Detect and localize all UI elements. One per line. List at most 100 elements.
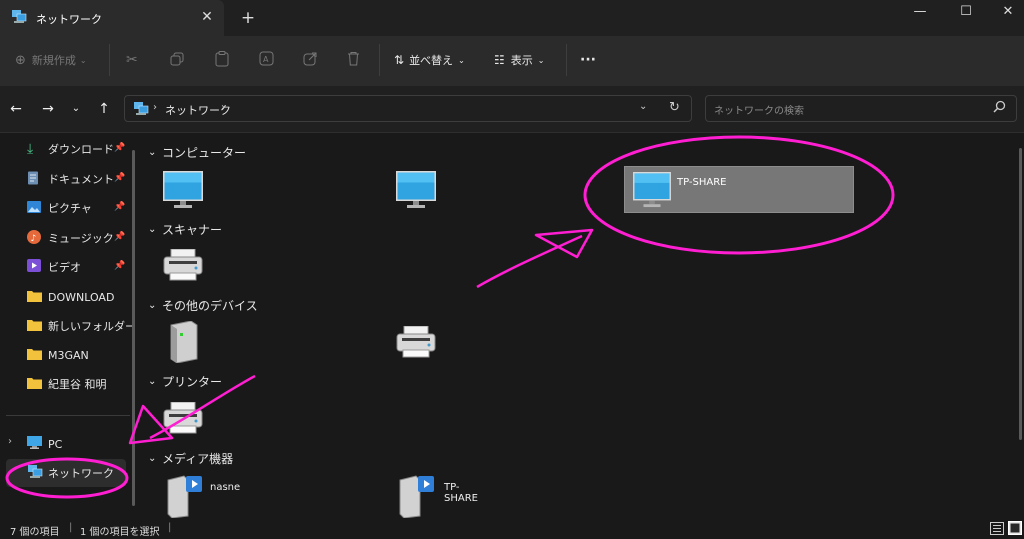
sidebar-item-folder-download[interactable]: DOWNLOAD — [27, 286, 114, 308]
rename-button[interactable]: A — [259, 48, 274, 72]
chevron-down-icon: ⌄ — [537, 55, 545, 65]
sidebar-item-folder-kiriya[interactable]: 紀里谷 和明 — [27, 373, 107, 395]
music-icon: ♪ — [27, 229, 43, 247]
copy-button[interactable] — [170, 48, 184, 72]
expand-pc-chevron[interactable]: › — [8, 436, 12, 447]
more-options-button[interactable]: ··· — [580, 48, 596, 72]
download-icon: ⤓ — [27, 141, 34, 157]
sidebar-item-label: ドキュメント — [48, 173, 114, 186]
folder-icon — [27, 319, 43, 334]
pin-icon[interactable]: 📌 — [114, 143, 125, 153]
monitor-icon — [163, 171, 203, 208]
details-view-icon[interactable] — [990, 522, 1004, 538]
up-button[interactable]: ↑ — [92, 96, 116, 122]
chevron-down-icon: ⌄ — [458, 55, 465, 65]
tab-close-button[interactable]: ✕ — [198, 8, 216, 26]
sidebar-item-label: PC — [48, 437, 63, 451]
sort-button[interactable]: ⇅ 並べ替え ⌄ — [394, 48, 465, 72]
sidebar-item-folder-new[interactable]: 新しいフォルダー — [27, 315, 136, 337]
monitor-icon — [396, 171, 436, 208]
media-item-tp-share[interactable]: TP-SHARE — [398, 474, 478, 521]
view-button[interactable]: ☷ 表示 ⌄ — [494, 48, 544, 72]
media-server-icon — [399, 475, 434, 519]
content-scrollbar[interactable] — [1019, 148, 1022, 440]
pin-icon[interactable]: 📌 — [114, 232, 125, 242]
group-header-scanners[interactable]: ⌄ スキャナー — [148, 221, 222, 238]
group-title: コンピューター — [162, 146, 247, 160]
close-button[interactable]: ✕ — [985, 0, 1024, 28]
back-button[interactable]: ← — [4, 96, 28, 122]
tab-network[interactable]: ネットワーク ✕ — [0, 0, 224, 36]
folder-icon — [27, 348, 43, 363]
sidebar-item-label: ダウンロード — [48, 143, 114, 156]
other-device-item-2[interactable] — [396, 325, 436, 361]
share-icon — [303, 51, 318, 69]
selection-count: 1 個の項目を選択 — [80, 527, 160, 538]
other-device-item-1[interactable] — [167, 320, 199, 366]
svg-text:A: A — [263, 55, 269, 64]
maximize-button[interactable]: ☐ — [943, 0, 989, 28]
recent-chevron-button[interactable]: ⌄ — [64, 96, 88, 122]
minimize-button[interactable]: — — [897, 0, 943, 28]
search-icon — [993, 100, 1006, 116]
sidebar-item-videos[interactable]: ビデオ — [27, 256, 81, 278]
svg-text:♪: ♪ — [31, 234, 37, 244]
tiles-view-icon[interactable] — [1008, 521, 1022, 538]
toolbar-divider — [566, 44, 567, 76]
computer-item-1[interactable] — [163, 171, 203, 212]
group-title: プリンター — [162, 375, 223, 389]
delete-button[interactable] — [347, 48, 360, 72]
sidebar-item-music[interactable]: ♪ ミュージック — [27, 227, 114, 249]
group-header-other-devices[interactable]: ⌄ その他のデバイス — [148, 297, 258, 314]
pin-icon[interactable]: 📌 — [114, 173, 125, 183]
new-button-label: 新規作成 — [31, 54, 76, 67]
sidebar-item-documents[interactable]: ドキュメント — [27, 168, 114, 190]
sidebar-item-downloads[interactable]: ⤓ ダウンロード — [27, 138, 114, 160]
sidebar-item-label: ビデオ — [48, 261, 81, 274]
address-history-chevron[interactable]: ⌄ — [639, 101, 647, 112]
refresh-icon[interactable]: ↻ — [669, 100, 680, 115]
printer-item[interactable] — [163, 401, 203, 437]
selection-spacer — [8, 458, 11, 476]
sidebar-item-pictures[interactable]: ピクチャ — [27, 197, 92, 219]
sidebar-item-label: ピクチャ — [48, 202, 92, 215]
sidebar-item-label: ミュージック — [48, 232, 114, 245]
sidebar-item-folder-m3gan[interactable]: M3GAN — [27, 344, 89, 366]
media-item-nasne[interactable]: nasne — [166, 474, 240, 521]
plus-circle-icon: ⊕ — [15, 52, 26, 68]
item-label: nasne — [210, 482, 241, 493]
search-placeholder: ネットワークの検索 — [714, 106, 804, 117]
view-list-icon: ☷ — [494, 53, 505, 67]
copy-icon — [170, 52, 184, 69]
sidebar-item-label: M3GAN — [48, 348, 89, 362]
pin-icon[interactable]: 📌 — [114, 202, 125, 212]
group-title: メディア機器 — [162, 452, 234, 466]
computer-item-tp-share-selected[interactable]: TP-SHARE — [624, 166, 854, 213]
chevron-down-icon: ⌄ — [148, 300, 157, 311]
group-header-printers[interactable]: ⌄ プリンター — [148, 373, 222, 390]
chevron-down-icon: ⌄ — [148, 147, 157, 158]
sidebar-item-label: 新しいフォルダー — [48, 320, 136, 333]
item-label: TP-SHARE — [677, 177, 727, 188]
sidebar-item-pc[interactable]: PC — [27, 433, 62, 455]
sidebar-item-network-label-row[interactable]: ネットワーク — [27, 462, 114, 484]
search-box[interactable]: ネットワークの検索 — [705, 95, 1017, 122]
forward-button[interactable]: → — [36, 96, 60, 122]
printer-icon — [163, 401, 203, 434]
chevron-down-icon: ⌄ — [148, 224, 157, 235]
new-tab-button[interactable]: + — [238, 8, 258, 28]
new-button[interactable]: ⊕ 新規作成 ⌄ — [15, 48, 87, 72]
cut-button[interactable]: ✂ — [126, 48, 138, 72]
address-bar[interactable]: › ネットワーク › ⌄ ↻ — [124, 95, 692, 122]
paste-button[interactable] — [215, 48, 229, 72]
pin-icon[interactable]: 📌 — [114, 261, 125, 271]
status-divider: | — [69, 522, 73, 533]
media-server-icon — [167, 475, 202, 519]
share-button[interactable] — [303, 48, 318, 72]
computer-item-2[interactable] — [396, 171, 436, 212]
scanner-item[interactable] — [163, 248, 203, 284]
sidebar-divider — [6, 415, 130, 416]
group-header-media[interactable]: ⌄ メディア機器 — [148, 450, 233, 467]
group-header-computers[interactable]: ⌄ コンピューター — [148, 144, 246, 161]
sidebar-scrollbar[interactable] — [132, 150, 135, 506]
